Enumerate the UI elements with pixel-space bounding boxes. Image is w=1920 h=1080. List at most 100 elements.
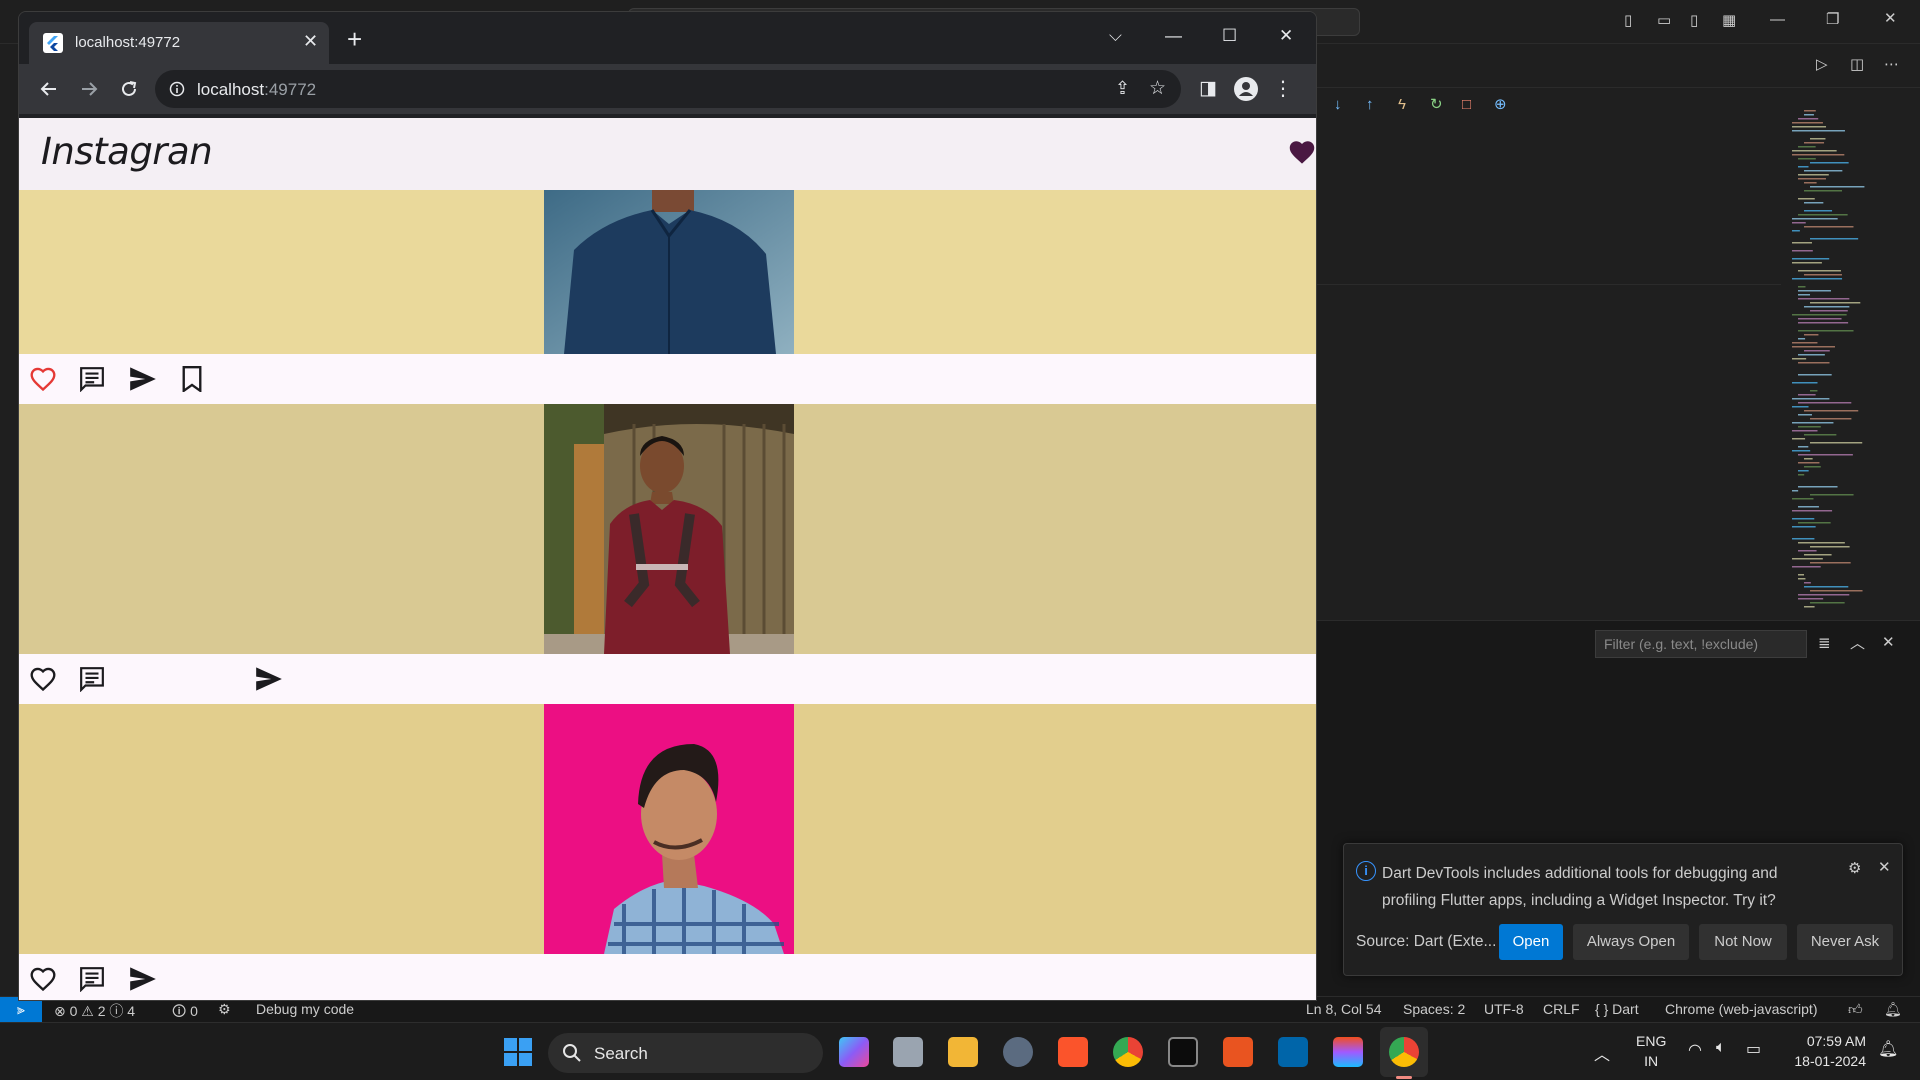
gear-icon[interactable]: ⚙ (1848, 860, 1861, 878)
maximize-icon[interactable]: ❐ (1826, 11, 1839, 29)
terminal-icon[interactable] (1168, 1037, 1198, 1067)
volume-icon[interactable]: 🔈︎ (1716, 1039, 1726, 1057)
like-heart-icon[interactable] (29, 666, 57, 692)
console-filter-input[interactable]: Filter (e.g. text, !exclude) (1595, 630, 1807, 658)
step-into-icon[interactable]: ↓ (1334, 96, 1342, 114)
encoding[interactable]: UTF-8 (1484, 1001, 1524, 1017)
task-view-icon[interactable] (893, 1037, 923, 1067)
reload-icon[interactable] (119, 79, 139, 99)
more-actions-icon[interactable]: ⋯ (1884, 56, 1899, 74)
url-host: localhost (197, 80, 265, 99)
battery-icon[interactable]: ▭ (1746, 1039, 1761, 1059)
restart-icon[interactable]: ↻ (1430, 96, 1443, 114)
toggle-secondary-sidebar-icon[interactable]: ▯ (1690, 12, 1698, 30)
post-photo[interactable] (544, 404, 794, 654)
tab-search-icon[interactable]: ⌵ (1109, 26, 1122, 46)
never-ask-button[interactable]: Never Ask (1797, 924, 1893, 960)
ubuntu-icon[interactable] (1223, 1037, 1253, 1067)
url-port: :49772 (264, 80, 317, 99)
page-viewport: Instagran (19, 118, 1316, 1000)
open-button[interactable]: Open (1499, 924, 1563, 960)
share-icon[interactable]: ⇪ (1115, 78, 1130, 99)
language-mode[interactable]: { } Dart (1595, 1001, 1639, 1017)
step-out-icon[interactable]: ↑ (1366, 96, 1374, 114)
line-ending[interactable]: CRLF (1543, 1001, 1580, 1017)
toggle-panel-icon[interactable]: ▭ (1657, 12, 1671, 30)
side-panel-icon[interactable]: ◨ (1199, 77, 1217, 100)
notification-center-icon[interactable]: 🔔︎ (1878, 1039, 1898, 1059)
figma-icon[interactable] (1333, 1037, 1363, 1067)
forward-icon[interactable] (79, 79, 99, 99)
copilot-icon[interactable] (839, 1037, 869, 1067)
editor-separator (1316, 284, 1781, 285)
run-icon[interactable]: ▷ (1816, 56, 1828, 74)
close-icon[interactable]: ✕ (1884, 10, 1897, 28)
send-icon[interactable] (129, 366, 157, 392)
vscode-icon[interactable] (1278, 1037, 1308, 1067)
show-hidden-icons-icon[interactable]: ︿ (1594, 1041, 1610, 1065)
new-tab-icon[interactable]: + (347, 26, 362, 52)
hot-reload-icon[interactable]: ϟ (1398, 96, 1406, 114)
wifi-icon[interactable]: ◠ (1688, 1040, 1702, 1060)
minimap[interactable] (1782, 110, 1904, 630)
browser-tab[interactable]: localhost:49772 ✕ (29, 22, 329, 64)
favorite-heart-icon[interactable] (1288, 139, 1316, 165)
taskbar-search[interactable]: Search (548, 1033, 823, 1073)
close-tab-icon[interactable]: ✕ (303, 31, 318, 52)
flutter-favicon-icon (43, 33, 63, 53)
problems-status[interactable]: ⊗ 0 ⚠ 2 ⓘ 4 (54, 1001, 135, 1021)
toggle-sidebar-icon[interactable]: ▯ (1624, 12, 1632, 30)
editor-actions-bar: ▷ ◫ ⋯ (1316, 44, 1920, 88)
comment-icon[interactable] (79, 966, 105, 992)
close-window-icon[interactable]: ✕ (1279, 26, 1293, 46)
back-icon[interactable] (39, 79, 59, 99)
not-now-button[interactable]: Not Now (1699, 924, 1787, 960)
address-bar[interactable]: localhost:49772 ⇪ ☆ (155, 70, 1181, 108)
indentation[interactable]: Spaces: 2 (1403, 1001, 1465, 1017)
send-icon[interactable] (129, 966, 157, 992)
post-1 (19, 190, 1316, 404)
debug-status[interactable]: Debug my code (256, 1001, 354, 1017)
send-icon[interactable] (255, 666, 283, 692)
debug-status-icon[interactable]: ⚙ (218, 1001, 231, 1018)
menu-icon[interactable]: ⋮ (1273, 76, 1293, 101)
close-icon[interactable]: ✕ (1878, 859, 1891, 877)
clock[interactable]: 07:59 AM 18-01-2024 (1786, 1031, 1866, 1071)
bookmark-star-icon[interactable]: ☆ (1149, 77, 1166, 100)
app-title: Instagran (41, 130, 213, 173)
maximize-panel-icon[interactable]: ︿ (1850, 635, 1865, 653)
comment-icon[interactable] (79, 666, 105, 692)
brave-icon[interactable] (1058, 1037, 1088, 1067)
maximize-icon[interactable]: ☐ (1222, 26, 1237, 46)
feedback-icon[interactable]: 👍︎ (1848, 1001, 1863, 1018)
like-heart-icon[interactable] (29, 366, 57, 392)
console-menu-icon[interactable]: ≣ (1818, 635, 1831, 653)
language-indicator[interactable]: ENG IN (1636, 1031, 1666, 1071)
minimize-icon[interactable]: — (1165, 26, 1182, 46)
comment-icon[interactable] (79, 366, 105, 392)
post-photo[interactable] (544, 190, 794, 354)
clock-date: 18-01-2024 (1794, 1053, 1866, 1069)
close-panel-icon[interactable]: ✕ (1882, 634, 1895, 652)
file-explorer-icon[interactable] (948, 1037, 978, 1067)
post-photo[interactable] (544, 704, 794, 954)
customize-layout-icon[interactable]: ▦ (1722, 12, 1736, 30)
search-label: Search (594, 1044, 648, 1063)
always-open-button[interactable]: Always Open (1573, 924, 1689, 960)
like-heart-icon[interactable] (29, 966, 57, 992)
minimize-icon[interactable]: — (1770, 11, 1785, 29)
inspector-icon[interactable]: ⊕ (1494, 96, 1507, 114)
info-icon[interactable] (169, 81, 185, 97)
notifications-bell-icon[interactable]: 🔔︎ (1884, 1001, 1902, 1018)
device-status[interactable]: Chrome (web-javascript) (1665, 1001, 1817, 1017)
notification-source: Source: Dart (Exte... (1356, 933, 1497, 950)
chrome-active-icon[interactable] (1389, 1037, 1419, 1067)
profile-icon[interactable] (1233, 76, 1259, 102)
bookmark-icon[interactable] (181, 366, 203, 392)
stop-icon[interactable]: □ (1462, 96, 1471, 114)
chrome-icon[interactable] (1113, 1037, 1143, 1067)
start-icon[interactable] (503, 1037, 533, 1067)
split-editor-icon[interactable]: ◫ (1850, 56, 1864, 74)
cursor-position[interactable]: Ln 8, Col 54 (1306, 1001, 1382, 1017)
settings-icon[interactable] (1003, 1037, 1033, 1067)
